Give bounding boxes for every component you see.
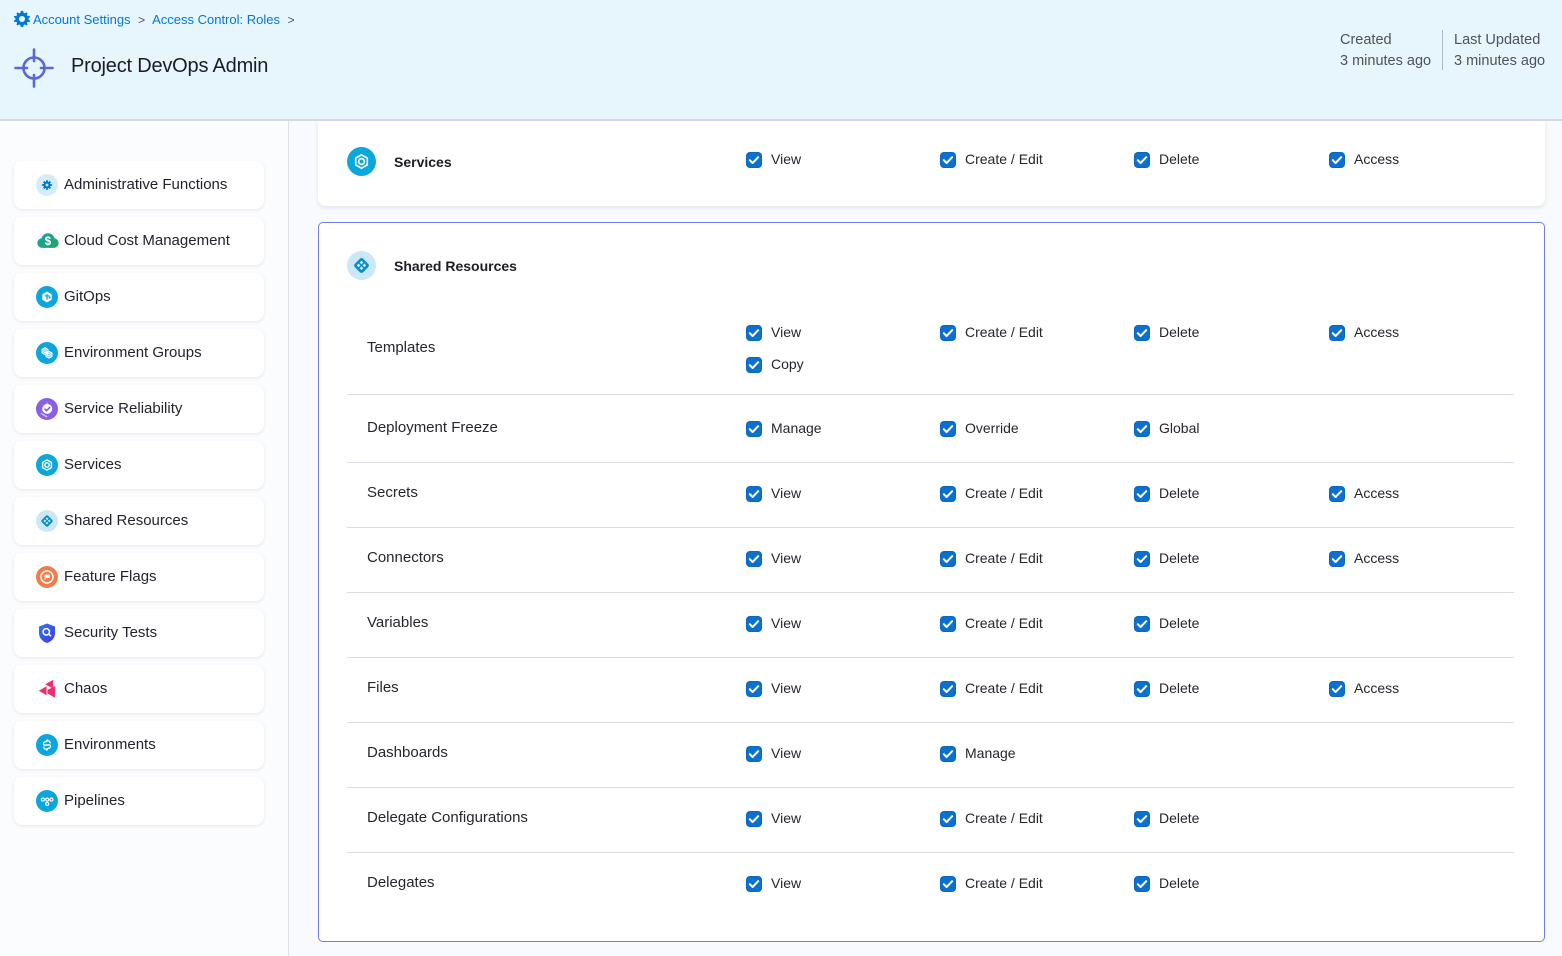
svg-text:$: $: [45, 236, 52, 248]
